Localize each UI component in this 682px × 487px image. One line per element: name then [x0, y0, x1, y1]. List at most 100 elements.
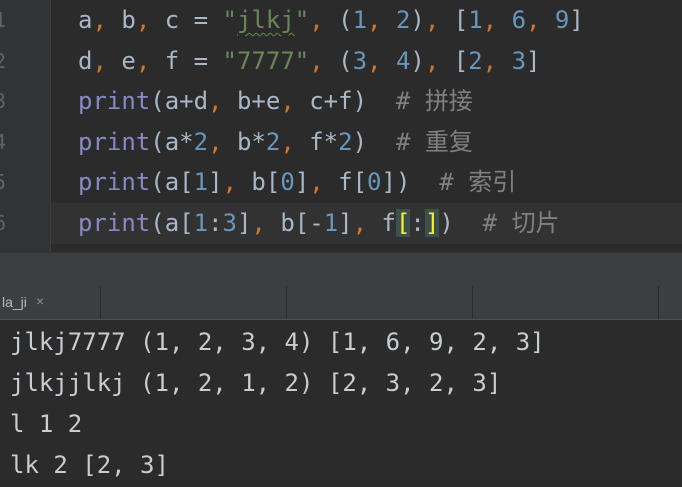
gutter-line[interactable]: 2 [0, 41, 50, 82]
code-token: print [78, 128, 151, 156]
code-token: b* [236, 128, 266, 156]
code-token: ] [526, 47, 541, 75]
code-token: e [121, 47, 136, 75]
code-text: print(a[1], b[0], f[0]) # 索引 [78, 166, 516, 198]
line-number: 2 [0, 49, 7, 73]
console-output-line: l 1 2 [10, 410, 83, 438]
code-token: f[ [338, 168, 368, 196]
code-token: , [526, 6, 555, 34]
code-token: c+f) [309, 87, 368, 115]
run-tab-label: la_ji [2, 294, 27, 310]
code-token: ] [236, 209, 252, 237]
code-token: , [482, 6, 512, 34]
gutter-line[interactable]: 6 [0, 203, 50, 244]
code-token: (a* [150, 128, 194, 156]
code-token: # 重复 [367, 128, 473, 156]
code-token: ) [352, 128, 368, 156]
run-console-output[interactable]: jlkj7777 (1, 2, 3, 4) [1, 6, 9, 2, 3] jlk… [0, 320, 682, 487]
code-text: d, e, f = "7777", (3, 4), [2, 3] [78, 45, 540, 77]
console-output-line: jlkjjlkj (1, 2, 1, 2) [2, 3, 2, 3] [10, 369, 502, 397]
code-token: 2 [468, 47, 483, 75]
code-token: f = [164, 47, 223, 75]
close-icon[interactable]: × [36, 293, 44, 309]
gutter-line[interactable]: 3 [0, 81, 50, 122]
code-token: b [121, 6, 136, 34]
code-token: 0 [367, 168, 382, 196]
code-token: ( [338, 6, 353, 34]
gutter-line[interactable]: 1 [0, 0, 50, 41]
code-token: , [424, 6, 454, 34]
code-token: , [251, 209, 281, 237]
code-token: # 切片 [453, 209, 560, 237]
code-token: , [92, 47, 122, 75]
code-line[interactable]: print(a[1], b[0], f[0]) # 索引 [51, 162, 682, 203]
code-token: (a[ [150, 168, 194, 196]
code-line-current[interactable]: print(a[1:3], b[-1], f[:]) # 切片 [51, 203, 682, 244]
code-token: , [309, 6, 339, 34]
code-token: , [309, 47, 339, 75]
code-token: 0 [280, 168, 295, 196]
code-token: a [78, 6, 93, 34]
code-token: " [294, 6, 310, 34]
code-token: ] [338, 209, 353, 237]
code-token: ) [439, 209, 454, 237]
code-line[interactable]: print(a*2, b*2, f*2) # 重复 [51, 122, 682, 163]
code-token: : [410, 209, 425, 237]
code-token: , [135, 47, 165, 75]
code-line[interactable]: a, b, c = "jlkj", (1, 2), [1, 6, 9] [51, 0, 682, 41]
tab-divider [658, 286, 659, 319]
code-token: 2 [193, 128, 209, 156]
code-token: (a[ [150, 209, 194, 237]
line-number: 1 [0, 8, 7, 32]
console-output-line: jlkj7777 (1, 2, 3, 4) [1, 6, 9, 2, 3] [10, 328, 545, 356]
code-token: , [424, 47, 454, 75]
matched-bracket: ] [424, 209, 440, 237]
code-token: 1 [352, 6, 368, 34]
run-tab[interactable]: la_ji × [0, 286, 60, 319]
code-token: " [222, 6, 237, 34]
code-token: , [352, 209, 382, 237]
gutter-line[interactable]: 5 [0, 162, 50, 203]
code-token: print [78, 209, 151, 237]
code-token: , [208, 128, 237, 156]
gutter-line[interactable]: 4 [0, 122, 50, 163]
code-token: # 索引 [410, 168, 517, 196]
code-token: , [222, 168, 252, 196]
line-number: 3 [0, 89, 7, 113]
code-token: , [367, 6, 396, 34]
code-token: 6 [511, 6, 527, 34]
code-token: (a+d [150, 87, 209, 115]
code-token: ] [208, 168, 223, 196]
code-token: 9 [554, 6, 570, 34]
panel-splitter[interactable] [0, 252, 682, 286]
code-token: , [367, 47, 396, 75]
code-token: ] [294, 168, 310, 196]
tab-divider [286, 286, 287, 319]
code-token: c = [164, 6, 223, 34]
console-output-line: lk 2 [2, 3] [10, 451, 169, 479]
code-token: ( [338, 47, 353, 75]
line-number-gutter: 1 2 3 4 5 6 [0, 0, 50, 252]
code-line[interactable]: print(a+d, b+e, c+f) # 拼接 [51, 81, 682, 122]
code-token: "7777" [222, 47, 310, 75]
code-token: print [78, 168, 151, 196]
code-token: 3 [511, 47, 527, 75]
code-token: , [208, 87, 237, 115]
code-token: ] [569, 6, 584, 34]
code-line[interactable]: d, e, f = "7777", (3, 4), [2, 3] [51, 41, 682, 82]
code-token: [ [453, 47, 469, 75]
code-text: a, b, c = "jlkj", (1, 2), [1, 6, 9] [78, 4, 584, 36]
tab-divider [100, 286, 101, 319]
line-number: 6 [0, 211, 7, 235]
line-number: 4 [0, 130, 7, 154]
code-token: , [309, 168, 339, 196]
line-number: 5 [0, 170, 7, 194]
tab-divider [472, 286, 473, 319]
code-text: print(a[1:3], b[-1], f[:]) # 切片 [78, 207, 560, 239]
code-token: f* [309, 128, 339, 156]
code-token: , [482, 47, 512, 75]
code-token: ) [410, 6, 425, 34]
code-editor[interactable]: 123456 a, b, c = "jlkj", (1, 2), [1, 6, … [0, 0, 682, 252]
code-token: b[- [280, 209, 324, 237]
code-token: b+e [236, 87, 281, 115]
